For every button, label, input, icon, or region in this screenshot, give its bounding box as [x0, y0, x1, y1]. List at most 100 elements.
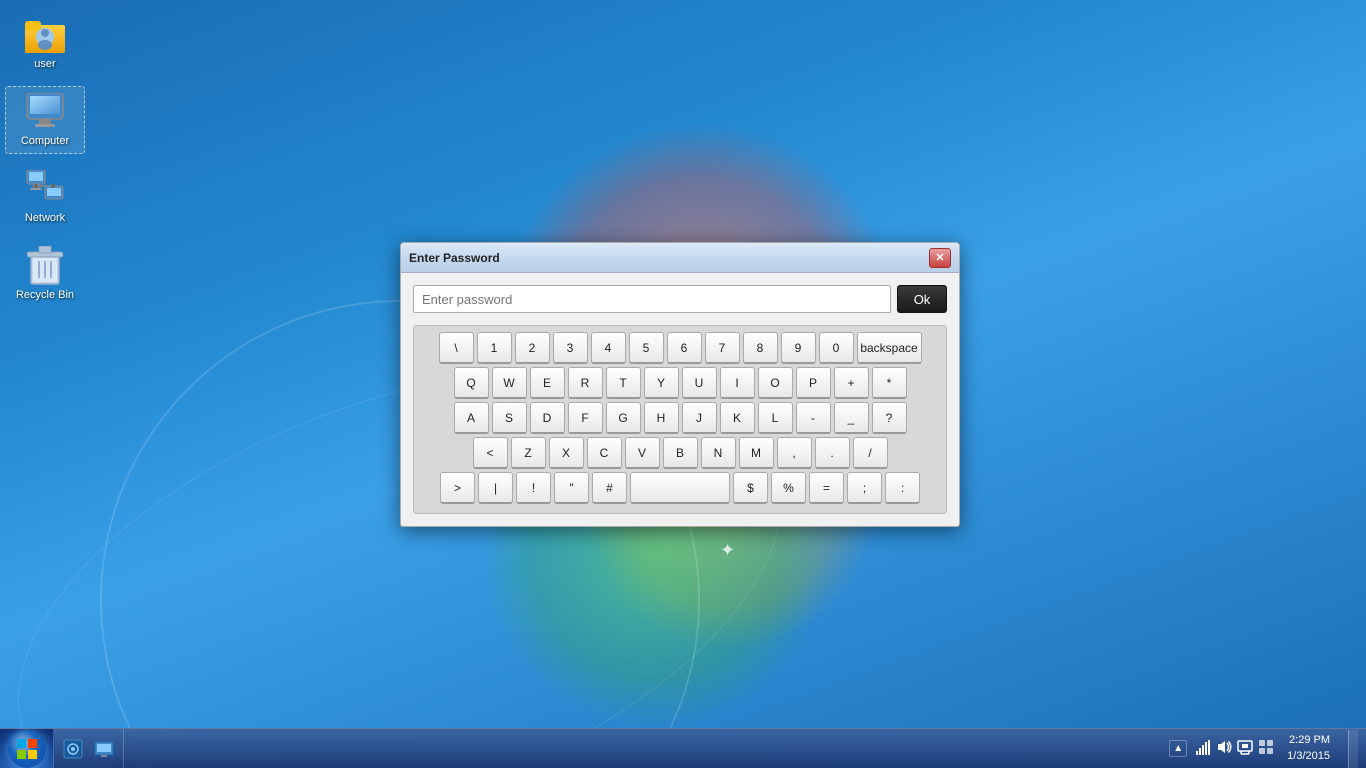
- key-8[interactable]: 8: [743, 332, 778, 364]
- key-s[interactable]: S: [492, 402, 527, 434]
- key-b[interactable]: B: [663, 437, 698, 469]
- key-equals[interactable]: =: [809, 472, 844, 504]
- key-x[interactable]: X: [549, 437, 584, 469]
- key-e[interactable]: E: [530, 367, 565, 399]
- key-exclaim[interactable]: !: [516, 472, 551, 504]
- network-icon-label: Network: [25, 212, 65, 225]
- key-y[interactable]: Y: [644, 367, 679, 399]
- media-center-icon: [63, 739, 83, 759]
- key-slash[interactable]: /: [853, 437, 888, 469]
- key-u[interactable]: U: [682, 367, 717, 399]
- key-question[interactable]: ?: [872, 402, 907, 434]
- key-space[interactable]: [630, 472, 730, 504]
- key-9[interactable]: 9: [781, 332, 816, 364]
- key-asterisk[interactable]: *: [872, 367, 907, 399]
- key-5[interactable]: 5: [629, 332, 664, 364]
- clock-time: 2:29 PM: [1289, 733, 1330, 748]
- key-t[interactable]: T: [606, 367, 641, 399]
- key-g[interactable]: G: [606, 402, 641, 434]
- key-a[interactable]: A: [454, 402, 489, 434]
- show-desktop-icon: [94, 739, 114, 759]
- system-tray-area: ▲: [1161, 729, 1366, 768]
- key-backslash[interactable]: \: [439, 332, 474, 364]
- key-quote[interactable]: ": [554, 472, 589, 504]
- key-z[interactable]: Z: [511, 437, 546, 469]
- ok-button[interactable]: Ok: [897, 285, 947, 313]
- key-gt[interactable]: >: [440, 472, 475, 504]
- key-percent[interactable]: %: [771, 472, 806, 504]
- key-0[interactable]: 0: [819, 332, 854, 364]
- start-orb: [8, 730, 46, 768]
- key-o[interactable]: O: [758, 367, 793, 399]
- desktop: ✦: [0, 0, 1366, 768]
- key-7[interactable]: 7: [705, 332, 740, 364]
- key-q[interactable]: Q: [454, 367, 489, 399]
- clock[interactable]: 2:29 PM 1/3/2015: [1282, 731, 1335, 766]
- key-plus[interactable]: +: [834, 367, 869, 399]
- key-w[interactable]: W: [492, 367, 527, 399]
- key-m[interactable]: M: [739, 437, 774, 469]
- desktop-icon-network[interactable]: Network: [5, 164, 85, 230]
- key-j[interactable]: J: [682, 402, 717, 434]
- key-p[interactable]: P: [796, 367, 831, 399]
- key-dash[interactable]: -: [796, 402, 831, 434]
- quick-launch: [54, 729, 124, 768]
- tray-icon-network2[interactable]: [1237, 739, 1253, 758]
- key-backspace[interactable]: backspace: [857, 332, 922, 364]
- keyboard-row-3: A S D F G H J K L - _ ?: [420, 402, 940, 434]
- network-icon: [25, 169, 65, 209]
- key-6[interactable]: 6: [667, 332, 702, 364]
- desktop-icons: user Computer: [5, 10, 85, 307]
- key-lt[interactable]: <: [473, 437, 508, 469]
- recycle-bin-icon-label: Recycle Bin: [16, 289, 74, 302]
- quick-media-center[interactable]: [59, 735, 87, 763]
- dialog-title: Enter Password: [409, 251, 929, 265]
- tray-icon-extra[interactable]: [1258, 739, 1274, 758]
- key-semicolon[interactable]: ;: [847, 472, 882, 504]
- system-tray: [1195, 739, 1274, 758]
- key-f[interactable]: F: [568, 402, 603, 434]
- key-hash[interactable]: #: [592, 472, 627, 504]
- key-l[interactable]: L: [758, 402, 793, 434]
- start-button[interactable]: [0, 729, 54, 768]
- key-n[interactable]: N: [701, 437, 736, 469]
- key-2[interactable]: 2: [515, 332, 550, 364]
- show-desktop-button[interactable]: [1348, 730, 1358, 768]
- key-pipe[interactable]: |: [478, 472, 513, 504]
- dialog-close-button[interactable]: ✕: [929, 248, 951, 268]
- computer-icon-label: Computer: [21, 135, 69, 148]
- keyboard-row-5: > | ! " # $ % = ; :: [420, 472, 940, 504]
- taskbar-items: [124, 729, 134, 768]
- key-colon[interactable]: :: [885, 472, 920, 504]
- key-i[interactable]: I: [720, 367, 755, 399]
- key-comma[interactable]: ,: [777, 437, 812, 469]
- bg-star: ✦: [720, 540, 740, 560]
- desktop-icon-recycle-bin[interactable]: Recycle Bin: [5, 241, 85, 307]
- desktop-icon-user[interactable]: user: [5, 10, 85, 76]
- notification-chevron[interactable]: ▲: [1169, 740, 1187, 757]
- dialog-titlebar: Enter Password ✕: [401, 243, 959, 273]
- password-input[interactable]: [413, 285, 891, 313]
- computer-icon: [25, 92, 65, 132]
- tray-icon-volume[interactable]: [1216, 739, 1232, 758]
- key-3[interactable]: 3: [553, 332, 588, 364]
- key-underscore[interactable]: _: [834, 402, 869, 434]
- key-v[interactable]: V: [625, 437, 660, 469]
- key-4[interactable]: 4: [591, 332, 626, 364]
- enter-password-dialog: Enter Password ✕ Ok \ 1 2 3 4 5 6: [400, 242, 960, 527]
- key-c[interactable]: C: [587, 437, 622, 469]
- key-period[interactable]: .: [815, 437, 850, 469]
- clock-date: 1/3/2015: [1287, 749, 1330, 764]
- quick-show-desktop[interactable]: [90, 735, 118, 763]
- taskbar: ▲: [0, 728, 1366, 768]
- key-d[interactable]: D: [530, 402, 565, 434]
- user-folder-icon: [25, 15, 65, 55]
- key-dollar[interactable]: $: [733, 472, 768, 504]
- desktop-icon-computer[interactable]: Computer: [5, 86, 85, 154]
- key-k[interactable]: K: [720, 402, 755, 434]
- key-1[interactable]: 1: [477, 332, 512, 364]
- tray-icon-network[interactable]: [1195, 739, 1211, 758]
- key-h[interactable]: H: [644, 402, 679, 434]
- key-r[interactable]: R: [568, 367, 603, 399]
- keyboard-row-1: \ 1 2 3 4 5 6 7 8 9 0 backspace: [420, 332, 940, 364]
